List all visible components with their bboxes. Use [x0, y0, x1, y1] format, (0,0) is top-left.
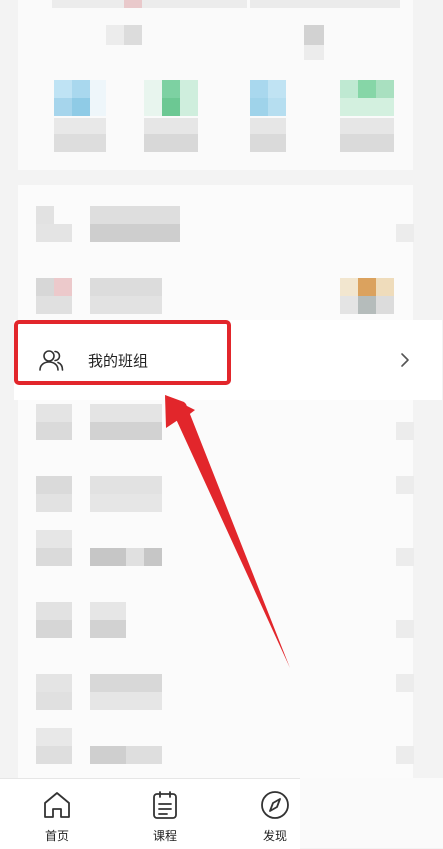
clipboard-icon	[149, 789, 181, 821]
bottom-tab-bar: 首页 课程 发现	[0, 778, 300, 849]
tab-discover-label: 发现	[262, 829, 287, 843]
tab-home[interactable]: 首页	[32, 789, 82, 845]
annotation-arrow	[165, 395, 290, 668]
tab-course-label: 课程	[152, 829, 177, 843]
tab-course[interactable]: 课程	[140, 789, 190, 845]
tab-discover[interactable]: 发现	[250, 789, 300, 845]
compass-icon	[259, 789, 291, 821]
tabbar-filler	[300, 778, 443, 848]
home-icon	[41, 789, 73, 821]
tab-home-label: 首页	[44, 829, 69, 843]
